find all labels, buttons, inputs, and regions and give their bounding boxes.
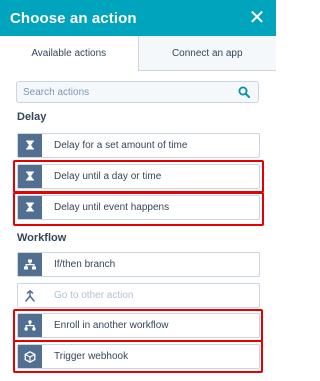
action-enroll-in-another-workflow[interactable]: Enroll in another workflow — [17, 313, 260, 338]
section-title-delay: Delay — [17, 111, 47, 123]
action-label: If/then branch — [54, 259, 116, 270]
workflow-icon — [18, 314, 42, 337]
action-trigger-webhook[interactable]: Trigger webhook — [17, 344, 260, 369]
dialog-header: Choose an action ✕ — [0, 0, 276, 36]
tab-available-actions[interactable]: Available actions — [0, 36, 138, 71]
action-if-then-branch[interactable]: If/then branch — [17, 252, 260, 277]
search-icon[interactable] — [238, 86, 250, 98]
section-title-workflow: Workflow — [17, 232, 67, 244]
action-go-to-other-action: Go to other action — [17, 283, 260, 308]
action-delay-until-day-time[interactable]: Delay until a day or time — [17, 164, 260, 189]
close-icon[interactable]: ✕ — [248, 8, 266, 28]
branch-icon — [18, 253, 42, 276]
search-placeholder: Search actions — [23, 86, 90, 98]
search-input[interactable]: Search actions — [16, 81, 259, 103]
webhook-icon — [18, 345, 42, 368]
action-label: Enroll in another workflow — [54, 320, 169, 331]
action-label: Delay until a day or time — [54, 171, 162, 182]
tab-connect-an-app[interactable]: Connect an app — [137, 36, 276, 71]
go-to-action-icon — [18, 284, 42, 307]
action-label: Delay until event happens — [54, 202, 170, 213]
action-label: Trigger webhook — [54, 351, 129, 362]
action-delay-set-time[interactable]: Delay for a set amount of time — [17, 133, 260, 158]
hourglass-icon — [18, 134, 42, 157]
tab-bar: Available actions Connect an app — [0, 36, 276, 71]
hourglass-icon — [18, 196, 42, 219]
action-delay-until-event[interactable]: Delay until event happens — [17, 195, 260, 220]
action-label: Go to other action — [54, 290, 134, 301]
hourglass-icon — [18, 165, 42, 188]
dialog-title: Choose an action — [10, 9, 137, 27]
action-label: Delay for a set amount of time — [54, 140, 188, 151]
